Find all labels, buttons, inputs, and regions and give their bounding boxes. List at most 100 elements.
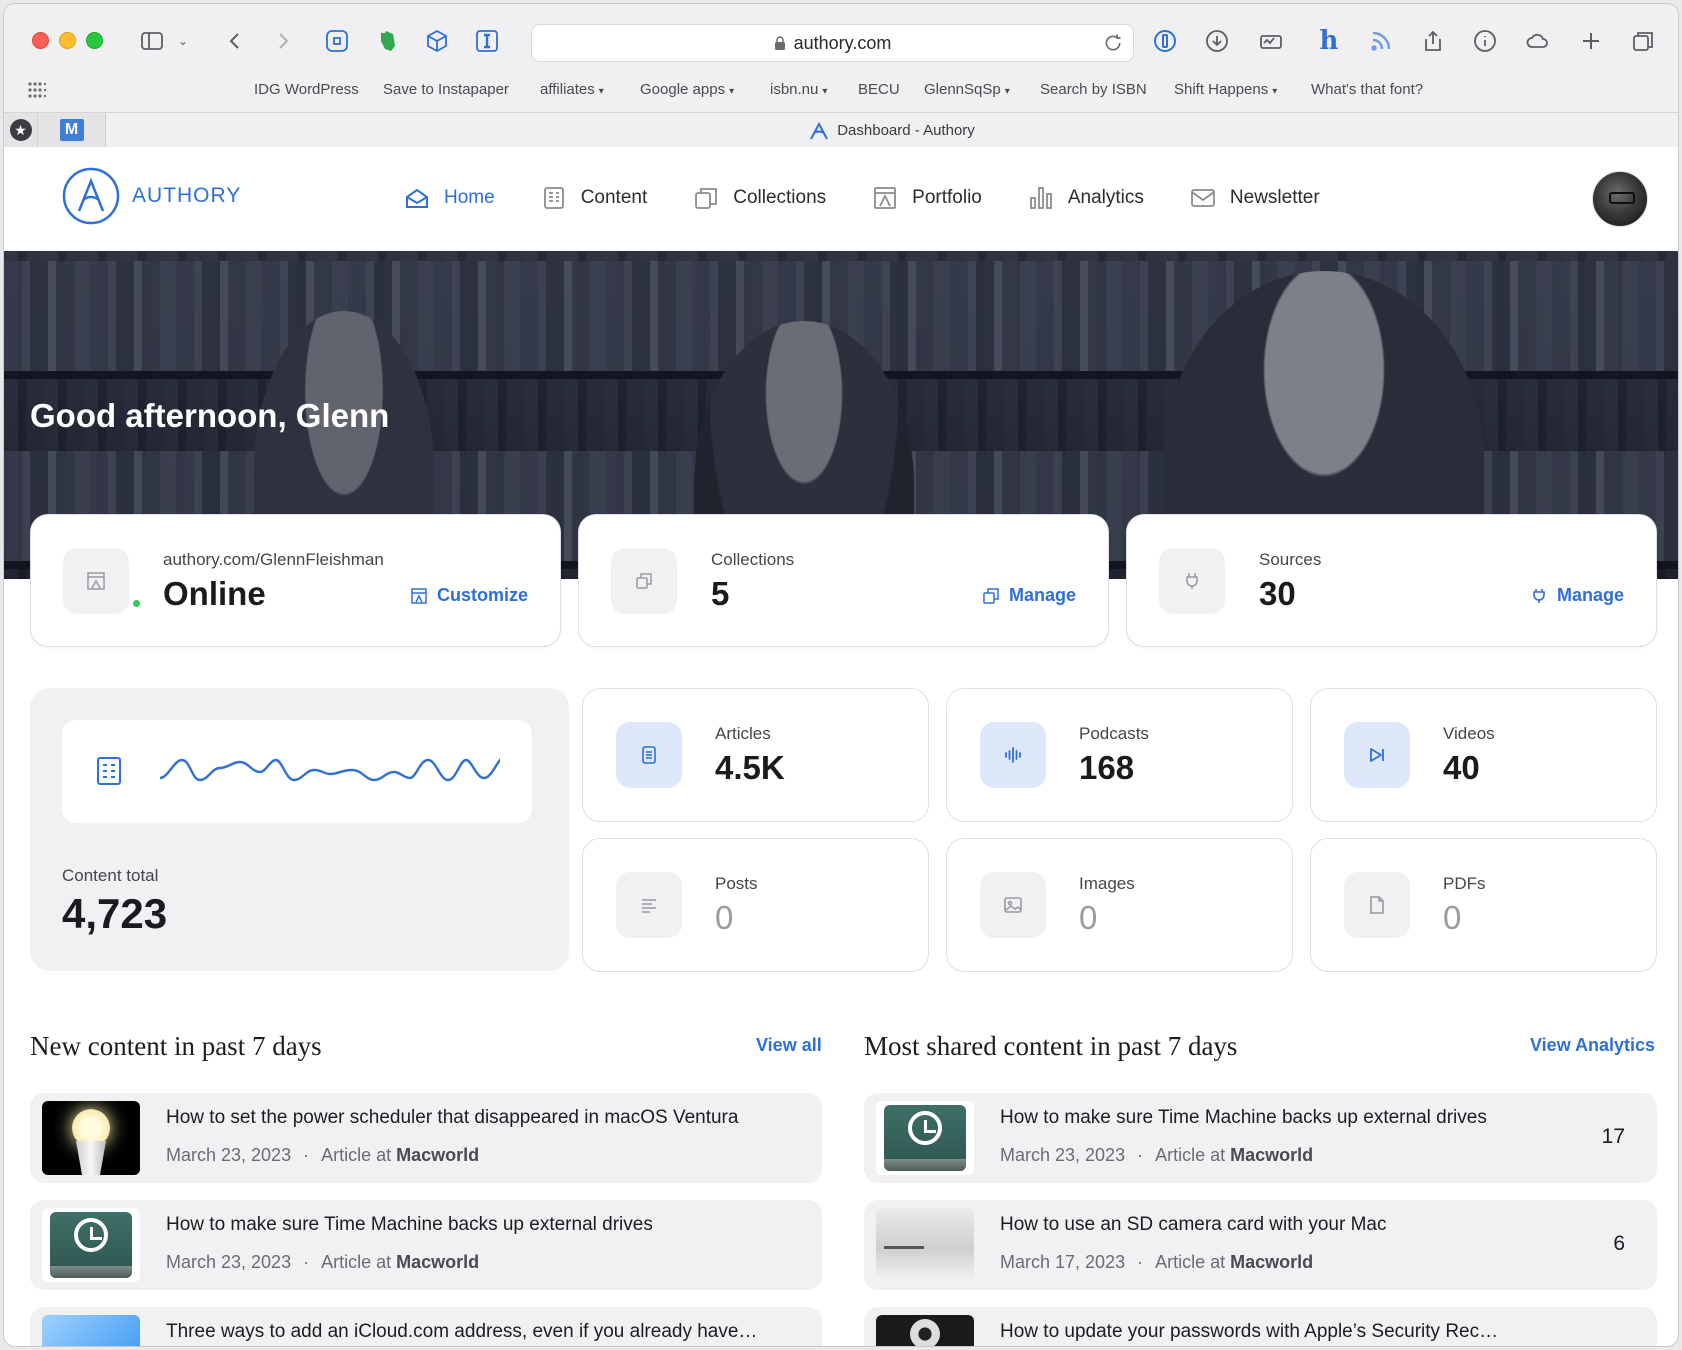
new-tab-icon[interactable] <box>1576 26 1606 56</box>
pdfs-count: 0 <box>1443 899 1462 936</box>
url-text: authory.com <box>793 32 892 53</box>
article-source: Macworld <box>396 1145 480 1165</box>
list-item[interactable]: Three ways to add an iCloud.com address,… <box>30 1307 822 1346</box>
active-tab[interactable]: Dashboard - Authory <box>106 113 1678 148</box>
icloud-tabs-icon[interactable] <box>1522 26 1552 56</box>
tab-overview-icon[interactable] <box>1628 26 1658 56</box>
collections-label: Collections <box>711 550 795 569</box>
images-icon-box <box>980 872 1046 938</box>
audio-waveform-icon <box>1005 747 1021 763</box>
evernote-icon[interactable] <box>372 26 402 56</box>
pdfs-icon-box <box>1344 872 1410 938</box>
share-count: 6 <box>1613 1232 1625 1255</box>
view-analytics-link[interactable]: View Analytics <box>1530 1035 1655 1056</box>
nav-label: Content <box>580 187 648 208</box>
bookmark-item[interactable]: IDG WordPress <box>254 81 359 98</box>
bookmark-folder[interactable]: GlennSqSp ▾ <box>924 81 1010 98</box>
portfolio-status: Online <box>163 575 266 612</box>
play-icon <box>1370 748 1384 762</box>
article-title: How to use an SD camera card with your M… <box>1000 1214 1387 1235</box>
articles-label: Articles <box>715 724 771 743</box>
address-bar[interactable]: authory.com <box>531 24 1134 62</box>
box-extension-icon[interactable] <box>422 26 452 56</box>
chevron-down-icon: ▾ <box>1272 86 1278 97</box>
bookmark-folder[interactable]: isbn.nu ▾ <box>770 81 827 98</box>
pinned-tab[interactable]: M <box>38 113 106 147</box>
pinned-tab[interactable]: ★ <box>4 113 38 147</box>
chevron-down-icon[interactable]: ⌄ <box>168 26 198 56</box>
time-machine-thumbnail <box>876 1101 974 1175</box>
manage-collections-button[interactable]: Manage <box>983 585 1076 606</box>
back-icon[interactable] <box>220 26 250 56</box>
customize-button[interactable]: Customize <box>411 585 528 606</box>
bookmark-folder[interactable]: Google apps ▾ <box>640 81 734 98</box>
list-item[interactable]: How to update your passwords with Apple’… <box>864 1307 1657 1346</box>
nav-collections[interactable]: Collections <box>693 185 826 211</box>
nav-content[interactable]: Content <box>541 185 648 211</box>
images-card[interactable]: Images 0 <box>946 838 1293 972</box>
reload-icon[interactable] <box>1103 33 1123 53</box>
list-item[interactable]: How to set the power scheduler that disa… <box>30 1093 822 1183</box>
article-source: Macworld <box>1230 1252 1314 1272</box>
mac-studio-thumbnail <box>876 1208 974 1282</box>
minimize-window-button[interactable] <box>59 32 76 49</box>
articles-count: 4.5K <box>715 749 785 786</box>
collections-icon <box>695 188 718 209</box>
content-total-label: Content total <box>62 866 159 885</box>
nav-home[interactable]: Home <box>404 185 495 211</box>
images-label: Images <box>1079 874 1135 893</box>
articles-card[interactable]: Articles 4.5K <box>582 688 929 822</box>
rss-icon[interactable] <box>1366 26 1396 56</box>
time-machine-thumbnail <box>42 1208 140 1282</box>
bookmark-folder[interactable]: affiliates ▾ <box>540 81 604 98</box>
bookmarks-bar: IDG WordPress Save to Instapaper affilia… <box>4 76 1678 104</box>
list-item[interactable]: How to use an SD camera card with your M… <box>864 1200 1657 1290</box>
podcasts-card[interactable]: Podcasts 168 <box>946 688 1293 822</box>
article-source: Macworld <box>1230 1145 1314 1165</box>
browser-chrome: ⌄ authory.com h IDG WordPress Save to In… <box>4 4 1678 148</box>
info-icon[interactable] <box>1470 26 1500 56</box>
article-meta: March 17, 2023 · Article at Macworld <box>1000 1252 1314 1272</box>
user-avatar[interactable] <box>1592 171 1648 227</box>
downloads-icon[interactable] <box>1202 26 1232 56</box>
close-window-button[interactable] <box>32 32 49 49</box>
chevron-down-icon: ▾ <box>1004 86 1010 97</box>
bookmark-item[interactable]: BECU <box>858 81 900 98</box>
instapaper-icon[interactable] <box>472 26 502 56</box>
article-title: How to update your passwords with Apple’… <box>1000 1321 1499 1342</box>
zoom-window-button[interactable] <box>86 32 103 49</box>
nav-portfolio[interactable]: Portfolio <box>872 185 982 211</box>
share-icon[interactable] <box>1418 26 1448 56</box>
posts-card[interactable]: Posts 0 <box>582 838 929 972</box>
bookmark-item[interactable]: Save to Instapaper <box>383 81 509 98</box>
forward-icon[interactable] <box>268 26 298 56</box>
article-type: Article at <box>1155 1252 1226 1272</box>
view-all-link[interactable]: View all <box>756 1035 822 1056</box>
bookmark-item[interactable]: Search by ISBN <box>1040 81 1147 98</box>
home-icon <box>406 188 428 208</box>
content-icon <box>543 187 564 209</box>
command-extension-icon[interactable] <box>322 26 352 56</box>
bookmark-folder[interactable]: Shift Happens ▾ <box>1174 81 1277 98</box>
sidebar-toggle-icon[interactable] <box>137 26 167 56</box>
manage-sources-button[interactable]: Manage <box>1531 585 1624 606</box>
authory-logo[interactable]: AUTHORY <box>62 167 241 225</box>
list-item[interactable]: How to make sure Time Machine backs up e… <box>864 1093 1657 1183</box>
pdfs-card[interactable]: PDFs 0 <box>1310 838 1657 972</box>
list-item[interactable]: How to make sure Time Machine backs up e… <box>30 1200 822 1290</box>
sources-icon-box <box>1159 548 1225 614</box>
signature-icon[interactable] <box>1256 26 1286 56</box>
collections-count: 5 <box>711 575 730 612</box>
plug-icon <box>1533 588 1545 603</box>
bookmark-item[interactable]: What's that font? <box>1311 81 1423 98</box>
nav-newsletter[interactable]: Newsletter <box>1190 185 1320 211</box>
password-manager-icon[interactable] <box>1150 26 1180 56</box>
nav-label: Portfolio <box>912 187 982 208</box>
videos-label: Videos <box>1443 724 1495 743</box>
videos-card[interactable]: Videos 40 <box>1310 688 1657 822</box>
nav-analytics[interactable]: Analytics <box>1028 185 1144 211</box>
honey-extension-icon[interactable]: h <box>1314 26 1344 56</box>
collections-icon <box>636 573 652 589</box>
grid-icon[interactable] <box>28 82 46 98</box>
chevron-down-icon: ▾ <box>822 86 828 97</box>
